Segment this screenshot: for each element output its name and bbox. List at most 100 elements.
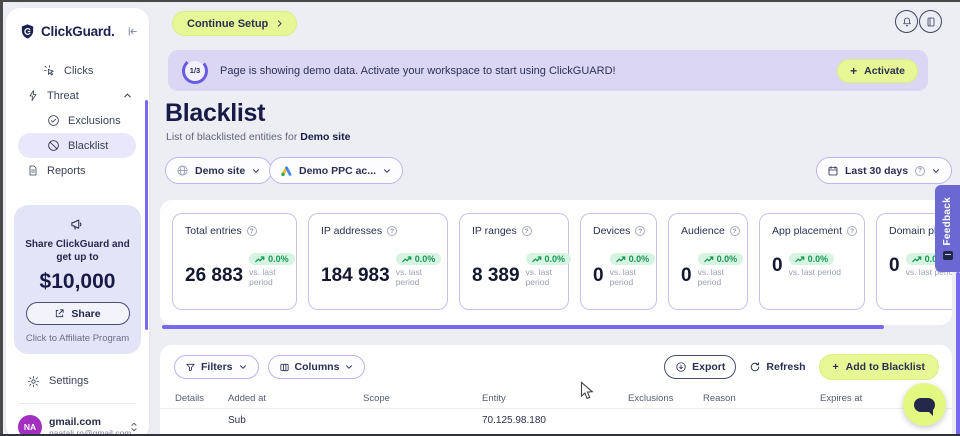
stats-panel: Total entries? 26 883 0.0% vs. last peri… xyxy=(160,200,952,325)
avatar: NA xyxy=(18,415,42,436)
settings-label: Settings xyxy=(49,375,89,387)
share-button-label: Share xyxy=(71,308,100,320)
trend-up-icon xyxy=(532,256,542,263)
stat-compare: vs. last period xyxy=(789,267,841,277)
stat-value: 26 883 xyxy=(185,265,243,287)
exclusions-icon xyxy=(47,114,60,127)
filters-button[interactable]: Filters xyxy=(174,355,259,379)
trend-up-icon xyxy=(795,256,805,263)
affiliate-share-card[interactable]: Share ClickGuard and get up to $10,000 S… xyxy=(14,205,141,354)
sidebar-item-clicks[interactable]: Clicks xyxy=(6,58,149,83)
continue-setup-button[interactable]: Continue Setup xyxy=(172,11,297,36)
export-button[interactable]: Export xyxy=(664,355,736,379)
sidebar-item-label: Clicks xyxy=(64,65,93,77)
stat-value: 0 xyxy=(772,255,783,277)
page-subtitle-text: List of blacklisted entities for xyxy=(166,131,297,143)
ppc-account-label: Demo PPC ac... xyxy=(299,165,376,177)
stats-horizontal-scrollbar[interactable] xyxy=(162,325,884,329)
google-ads-icon xyxy=(280,165,293,177)
add-to-blacklist-button[interactable]: + Add to Blacklist xyxy=(819,354,940,380)
sidebar-item-label: Reports xyxy=(47,165,86,177)
app-window: ClickGuard. Clicks Threat Exclusions Bla xyxy=(0,0,960,436)
stat-card-app-placement: App placement? 0 0.0% vs. last period xyxy=(759,213,865,310)
columns-button[interactable]: Columns xyxy=(268,355,366,379)
table-body: Sub 70.125.98.180 xyxy=(160,409,952,423)
site-selector[interactable]: Demo site xyxy=(165,157,272,184)
docs-button[interactable] xyxy=(919,10,942,33)
add-to-blacklist-label: Add to Blacklist xyxy=(846,361,925,373)
column-header[interactable]: Added at xyxy=(228,393,363,404)
stat-label: App placement xyxy=(772,225,842,237)
sidebar-item-settings[interactable]: Settings xyxy=(6,369,149,393)
page-vertical-scrollbar[interactable] xyxy=(956,272,960,436)
page-subtitle-target: Demo site xyxy=(300,131,350,143)
gear-icon xyxy=(27,375,40,388)
feedback-tab[interactable]: Feedback xyxy=(935,185,960,272)
columns-icon xyxy=(279,362,290,373)
column-header[interactable]: Details xyxy=(175,393,228,404)
share-button[interactable]: Share xyxy=(26,302,130,325)
date-range-selector[interactable]: Last 30 days ? xyxy=(816,157,952,184)
ppc-account-selector[interactable]: Demo PPC ac... xyxy=(269,157,403,184)
chevron-down-icon xyxy=(382,166,392,176)
stat-label: Audience xyxy=(681,225,725,237)
stat-value: 184 983 xyxy=(321,265,390,287)
column-header[interactable]: Reason xyxy=(703,393,820,404)
stat-card-audience: Audience? 0 0.0% vs. last period xyxy=(668,213,748,310)
chat-bubble-icon xyxy=(914,398,935,412)
stat-compare: vs. last period xyxy=(610,267,656,287)
demo-data-banner: 1/3 Page is showing demo data. Activate … xyxy=(168,50,928,91)
sidebar-scrollbar[interactable] xyxy=(145,100,148,330)
refresh-button[interactable]: Refresh xyxy=(749,361,805,373)
chat-widget-button[interactable] xyxy=(903,383,946,426)
chevron-down-icon xyxy=(251,166,261,176)
share-headline: Share ClickGuard and get up to xyxy=(23,238,133,264)
continue-setup-label: Continue Setup xyxy=(187,18,268,30)
chevron-down-icon xyxy=(238,362,248,372)
date-range-label: Last 30 days xyxy=(845,165,908,177)
column-header[interactable]: Exclusions xyxy=(628,393,703,404)
stat-compare: vs. last period xyxy=(396,267,442,287)
setup-progress-ring: 1/3 xyxy=(182,58,208,84)
page-title: Blacklist xyxy=(165,99,265,128)
clicks-icon xyxy=(43,64,56,77)
refresh-label: Refresh xyxy=(766,361,805,373)
stat-card-total-entries: Total entries? 26 883 0.0% vs. last peri… xyxy=(172,213,297,310)
sidebar-collapse-icon[interactable] xyxy=(126,25,139,38)
column-header[interactable]: Scope xyxy=(363,393,482,404)
stat-label: IP addresses xyxy=(321,225,382,237)
notifications-button[interactable] xyxy=(895,10,918,33)
brand-name: ClickGuard. xyxy=(41,24,121,39)
filters-label: Filters xyxy=(201,361,233,373)
chevron-down-icon xyxy=(931,166,941,176)
stat-delta: 0.0% xyxy=(268,254,289,264)
stat-label: IP ranges xyxy=(472,225,517,237)
sidebar-item-reports[interactable]: Reports xyxy=(6,158,149,183)
trend-up-icon xyxy=(402,256,412,263)
sidebar-item-exclusions[interactable]: Exclusions xyxy=(6,108,149,133)
cell-entity: 70.125.98.180 xyxy=(482,415,628,423)
activate-button[interactable]: + Activate xyxy=(837,59,918,83)
trend-up-icon xyxy=(255,256,265,263)
chevron-up-icon xyxy=(122,90,133,101)
columns-label: Columns xyxy=(295,361,340,373)
export-icon xyxy=(675,361,687,373)
refresh-icon xyxy=(749,361,761,373)
sidebar-item-blacklist[interactable]: Blacklist xyxy=(18,133,136,158)
info-icon: ? xyxy=(387,226,397,236)
stat-compare: vs. last period xyxy=(526,267,572,287)
plus-icon: + xyxy=(833,361,839,373)
account-switcher[interactable]: NA gmail.com naatali.ro@gmail.com xyxy=(6,413,149,436)
column-header[interactable]: Entity xyxy=(482,393,628,404)
table-row[interactable]: Sub 70.125.98.180 xyxy=(175,415,937,423)
info-icon: ? xyxy=(247,226,257,236)
info-icon: ? xyxy=(847,226,857,236)
stat-value: 0 xyxy=(681,265,692,287)
window-edge xyxy=(0,0,960,2)
banner-message: Page is showing demo data. Activate your… xyxy=(220,65,837,77)
trend-up-icon xyxy=(704,256,714,263)
share-caption: Click to Affiliate Program xyxy=(22,333,133,344)
sidebar-item-threat[interactable]: Threat xyxy=(6,83,149,108)
plus-icon: + xyxy=(850,64,857,78)
stat-card-ip-addresses: IP addresses? 184 983 0.0% vs. last peri… xyxy=(308,213,448,310)
